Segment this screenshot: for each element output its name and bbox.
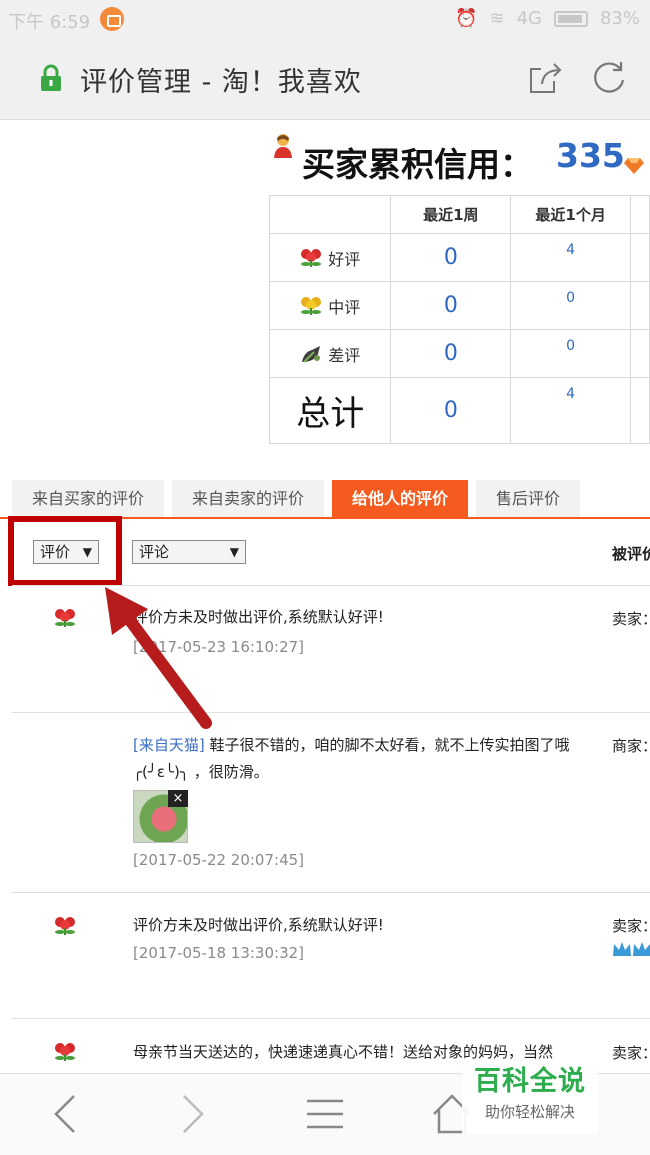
row-label-cell: 中评 <box>268 281 392 330</box>
battery-icon <box>553 10 588 27</box>
table-row-bad: 差评 0 0 <box>268 329 650 378</box>
month-value[interactable]: 0 <box>510 329 632 378</box>
rating-summary-table: 最近1周 最近1个月 好评 0 4 中评 0 0 差评 0 0 总计 0 4 <box>268 195 650 444</box>
review-party-role: 卖家： <box>612 1044 650 1062</box>
menu-icon[interactable] <box>303 1092 347 1136</box>
credit-title: 买家累积信用： <box>302 145 533 184</box>
review-source-link[interactable]: [来自天猫] <box>133 736 205 754</box>
month-value[interactable]: 0 <box>510 281 632 330</box>
status-bar: 下午 6:59 ⏰ ≋ 4G 83% <box>0 0 650 38</box>
red-flower-icon <box>55 917 75 935</box>
buyer-avatar-icon <box>274 134 292 158</box>
credit-score[interactable]: 335 <box>556 136 625 175</box>
tab-from-sellers[interactable]: 来自卖家的评价 <box>172 480 325 518</box>
status-time: 下午 6:59 <box>8 12 91 33</box>
table-header-empty <box>268 195 392 234</box>
row-label-cell: 差评 <box>268 329 392 378</box>
review-party-role: 卖家： <box>612 610 650 628</box>
month-value[interactable]: 4 <box>510 233 632 282</box>
status-indicators: ⏰ ≋ 4G 83% <box>455 8 640 29</box>
week-value: 0 <box>390 377 512 444</box>
watermark-subtitle: 助你轻松解决 <box>484 1103 575 1121</box>
diamond-icon <box>624 158 644 174</box>
divider <box>12 892 650 893</box>
overflow-cell <box>630 329 650 378</box>
overflow-cell <box>630 233 650 282</box>
notification-app-icon <box>100 7 124 31</box>
review-tabs: 来自买家的评价 来自卖家的评价 给他人的评价 售后评价 <box>12 480 581 518</box>
row-label: 好评 <box>328 249 361 269</box>
lock-icon <box>41 64 61 91</box>
row-label: 差评 <box>328 345 361 365</box>
browser-title-bar: 评价管理 - 淘！我喜欢 <box>0 38 650 120</box>
row-label: 中评 <box>328 297 361 317</box>
rating-table-header: 最近1周 最近1个月 <box>268 195 650 234</box>
red-flower-icon <box>301 248 322 267</box>
table-row-neutral: 中评 0 0 <box>268 281 650 330</box>
crown-badge-icon <box>613 942 650 956</box>
table-row-total: 总计 0 4 <box>268 377 650 444</box>
table-header-week: 最近1周 <box>390 195 512 234</box>
wifi-icon: ≋ <box>489 8 505 29</box>
review-party-role: 卖家： <box>612 917 650 935</box>
review-party-role: 商家： <box>612 737 650 755</box>
row-label-cell: 好评 <box>268 233 392 282</box>
forward-icon[interactable] <box>170 1092 214 1136</box>
alarm-icon: ⏰ <box>455 8 478 29</box>
network-type: 4G <box>516 8 542 29</box>
annotation-arrow <box>105 587 212 729</box>
total-label: 总计 <box>268 377 392 444</box>
rated-party-column-header: 被评价 <box>612 545 650 563</box>
overflow-cell <box>630 281 650 330</box>
annotation-highlight-box <box>8 516 122 586</box>
share-icon[interactable] <box>528 60 564 96</box>
review-text-block: [来自天猫] 鞋子很不错的，咱的脚不太好看，就不上传实拍图了哦 ╭(╯ε╰)╮ … <box>133 732 593 786</box>
table-header-month: 最近1个月 <box>510 195 632 234</box>
review-date: [2017-05-22 20:07:45] <box>133 851 305 869</box>
table-row-good: 好评 0 4 <box>268 233 650 282</box>
yellow-flower-icon <box>301 296 322 315</box>
watermark-title: 百科全说 <box>474 1066 586 1097</box>
page-title: 评价管理 - 淘！我喜欢 <box>80 67 362 98</box>
tab-from-buyers[interactable]: 来自买家的评价 <box>12 480 165 518</box>
red-flower-icon <box>55 1043 75 1061</box>
refresh-icon[interactable] <box>590 58 628 96</box>
week-value: 0 <box>390 233 512 282</box>
month-value[interactable]: 4 <box>510 377 632 444</box>
bad-rating-icon <box>302 345 321 363</box>
back-icon[interactable] <box>44 1092 88 1136</box>
battery-level: 83% <box>599 8 640 29</box>
review-date: [2017-05-18 13:30:32] <box>133 944 305 962</box>
comment-filter-select[interactable]: 评论 ▼ <box>132 540 246 564</box>
dropdown-arrow-icon: ▼ <box>229 545 239 559</box>
overflow-cell <box>630 377 650 444</box>
red-flower-icon <box>55 609 75 627</box>
tab-given-to-others[interactable]: 给他人的评价 <box>332 480 469 518</box>
week-value: 0 <box>390 329 512 378</box>
table-header-overflow <box>630 195 650 234</box>
comment-filter-value: 评论 <box>139 543 170 561</box>
week-value: 0 <box>390 281 512 330</box>
divider <box>12 1018 650 1019</box>
watermark-logo: 百科全说 助你轻松解决 <box>462 1062 598 1134</box>
close-icon[interactable]: × <box>168 790 188 807</box>
review-text: 评价方未及时做出评价,系统默认好评! <box>133 916 384 934</box>
tab-after-sale[interactable]: 售后评价 <box>476 480 581 518</box>
